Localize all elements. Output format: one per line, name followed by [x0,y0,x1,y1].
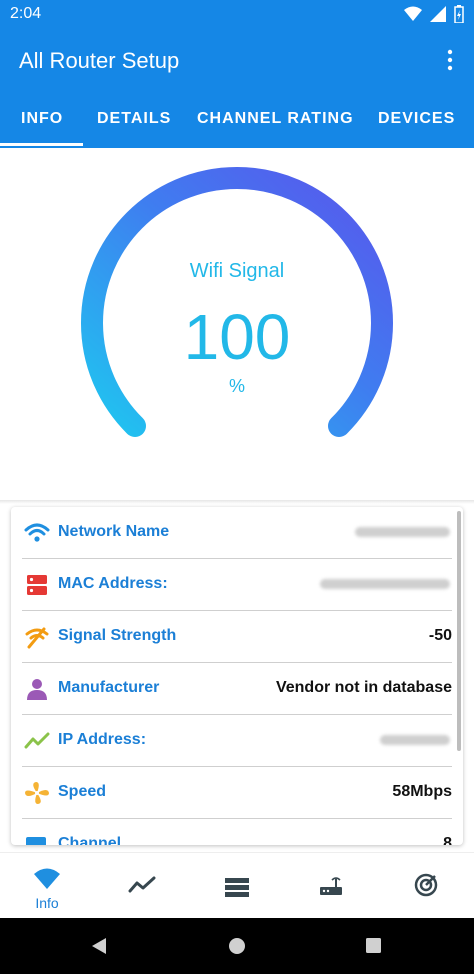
tab-info[interactable]: INFO [21,110,63,128]
battery-icon [454,5,464,23]
status-bar: 2:04 [0,0,474,30]
trend-icon [24,732,50,749]
redacted-value [320,579,450,589]
row-ip-address: IP Address: [22,715,452,767]
row-channel: Channel 8 [22,819,452,845]
nav-radar[interactable] [379,853,473,919]
fan-icon [25,782,49,804]
status-icons [404,5,464,23]
info-card: Network Name MAC Address: Signal Strengt… [11,507,463,845]
row-manufacturer: Manufacturer Vendor not in database [22,663,452,715]
row-label: Signal Strength [58,627,177,644]
wifi-icon [24,523,50,542]
row-label: MAC Address: [58,575,168,592]
list-icon [225,878,249,897]
tab-bar: INFO DETAILS CHANNEL RATING DEVICES [0,98,474,148]
app-bar: All Router Setup INFO DETAILS CHANNEL RA… [0,30,474,148]
signal-icon [25,627,49,649]
row-speed: Speed 58Mbps [22,767,452,819]
bars-icon [26,837,46,845]
divider [0,500,474,504]
row-signal-strength: Signal Strength -50 [22,611,452,663]
router-icon [320,877,342,895]
row-value: -50 [428,627,452,644]
row-value: 8 [443,835,452,845]
row-value: Vendor not in database [275,679,452,696]
row-label: Speed [58,783,107,800]
bottom-navigation: Info [0,852,474,918]
trend-icon [128,876,156,893]
system-navigation-bar [0,918,474,974]
app-title: All Router Setup [19,48,180,73]
tab-indicator [0,143,83,146]
redacted-value [355,527,450,537]
gauge-value: 100 [183,301,291,373]
row-label: IP Address: [58,731,147,748]
cell-signal-icon [430,6,446,22]
redacted-value [380,735,450,745]
wifi-icon [34,868,60,889]
scrollbar[interactable] [457,511,461,751]
nav-info[interactable]: Info [0,853,94,919]
back-icon[interactable] [90,937,108,955]
gauge-unit: % [228,376,245,396]
nav-info-label: Info [35,895,59,911]
gauge-title: Wifi Signal [189,260,285,282]
radar-icon [414,873,438,897]
tab-details[interactable]: DETAILS [97,110,171,128]
tab-devices[interactable]: DEVICES [378,110,455,128]
more-options-icon[interactable] [444,48,456,72]
wifi-status-icon [404,6,422,21]
row-value: 58Mbps [392,783,452,800]
row-label: Channel [58,835,122,845]
nav-graph[interactable] [95,853,189,919]
status-time: 2:04 [10,5,42,22]
person-icon [27,679,47,700]
row-label: Manufacturer [58,679,160,696]
recents-icon[interactable] [365,937,382,954]
nav-router[interactable] [284,853,378,919]
row-label: Network Name [58,523,170,540]
row-network-name: Network Name [22,507,452,559]
signal-gauge: Wifi Signal 100 % [0,148,474,504]
home-icon[interactable] [228,937,246,955]
row-mac-address: MAC Address: [22,559,452,611]
server-icon [27,575,47,595]
tab-channel-rating[interactable]: CHANNEL RATING [197,110,354,128]
nav-list[interactable] [190,853,284,919]
